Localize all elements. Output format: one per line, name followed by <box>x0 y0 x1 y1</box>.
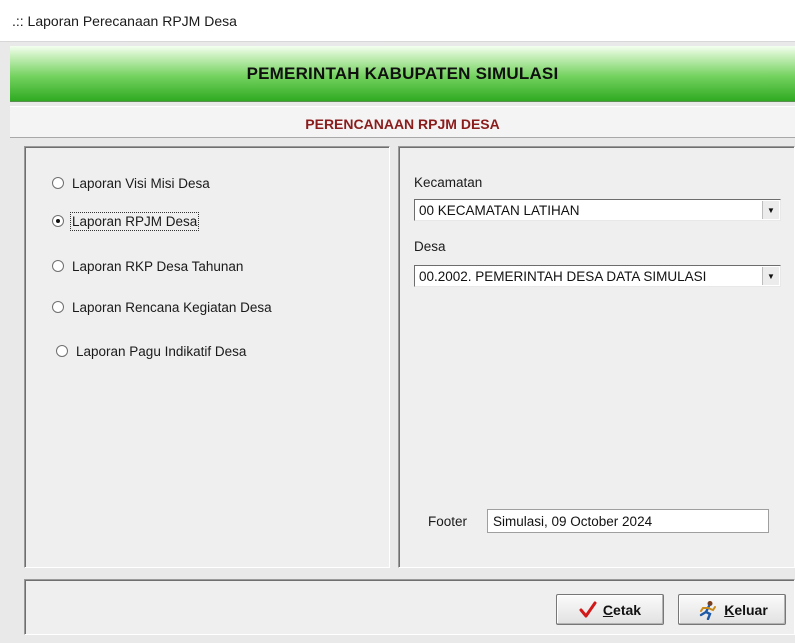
cetak-button[interactable]: Cetak <box>556 594 664 625</box>
page-subtitle: PERENCANAAN RPJM DESA <box>305 116 500 132</box>
report-options-panel: Laporan Visi Misi Desa Laporan RPJM Desa… <box>24 146 390 568</box>
radio-laporan-rencana-kegiatan-desa[interactable]: Laporan Rencana Kegiatan Desa <box>52 297 272 317</box>
radio-label: Laporan Pagu Indikatif Desa <box>76 343 247 359</box>
desa-label: Desa <box>414 239 446 254</box>
cetak-label: Cetak <box>602 601 642 618</box>
chevron-down-icon[interactable]: ▼ <box>762 201 779 219</box>
radio-button-icon <box>56 345 68 357</box>
window-titlebar: .:: Laporan Perecanaan RPJM Desa <box>0 0 795 42</box>
radio-label: Laporan RPJM Desa <box>69 211 200 231</box>
exit-run-icon <box>696 600 718 620</box>
subheader-banner: PERENCANAAN RPJM DESA <box>10 106 795 138</box>
checkmark-icon <box>579 601 597 619</box>
radio-button-icon <box>52 177 64 189</box>
footer-input[interactable] <box>488 510 768 532</box>
chevron-down-icon[interactable]: ▼ <box>762 267 779 285</box>
radio-laporan-pagu-indikatif-desa[interactable]: Laporan Pagu Indikatif Desa <box>56 341 246 361</box>
footer-field[interactable] <box>487 509 769 533</box>
keluar-label: Keluar <box>724 601 768 618</box>
radio-button-icon <box>52 301 64 313</box>
desa-select[interactable]: 00.2002. PEMERINTAH DESA DATA SIMULASI ▼ <box>414 265 781 287</box>
radio-button-icon <box>52 260 64 272</box>
radio-label: Laporan Visi Misi Desa <box>72 175 210 191</box>
radio-label: Laporan RKP Desa Tahunan <box>72 258 244 274</box>
window-title: .:: Laporan Perecanaan RPJM Desa <box>12 13 237 29</box>
kecamatan-label: Kecamatan <box>414 175 483 190</box>
radio-laporan-visi-misi-desa[interactable]: Laporan Visi Misi Desa <box>52 173 210 193</box>
header-banner: PEMERINTAH KABUPATEN SIMULASI <box>10 46 795 102</box>
radio-laporan-rkp-desa-tahunan[interactable]: Laporan RKP Desa Tahunan <box>52 256 243 276</box>
filters-panel: Kecamatan 00 KECAMATAN LATIHAN ▼ Desa 00… <box>398 146 795 568</box>
kecamatan-value: 00 KECAMATAN LATIHAN <box>419 203 580 218</box>
header-title: PEMERINTAH KABUPATEN SIMULASI <box>246 64 559 83</box>
keluar-button[interactable]: Keluar <box>678 594 786 625</box>
action-bar: Cetak Keluar <box>24 579 795 635</box>
kecamatan-select[interactable]: 00 KECAMATAN LATIHAN ▼ <box>414 199 781 221</box>
desa-value: 00.2002. PEMERINTAH DESA DATA SIMULASI <box>419 269 707 284</box>
radio-button-icon <box>52 215 64 227</box>
radio-label: Laporan Rencana Kegiatan Desa <box>72 299 272 315</box>
radio-laporan-rpjm-desa[interactable]: Laporan RPJM Desa <box>52 211 200 231</box>
footer-label: Footer <box>428 514 468 529</box>
